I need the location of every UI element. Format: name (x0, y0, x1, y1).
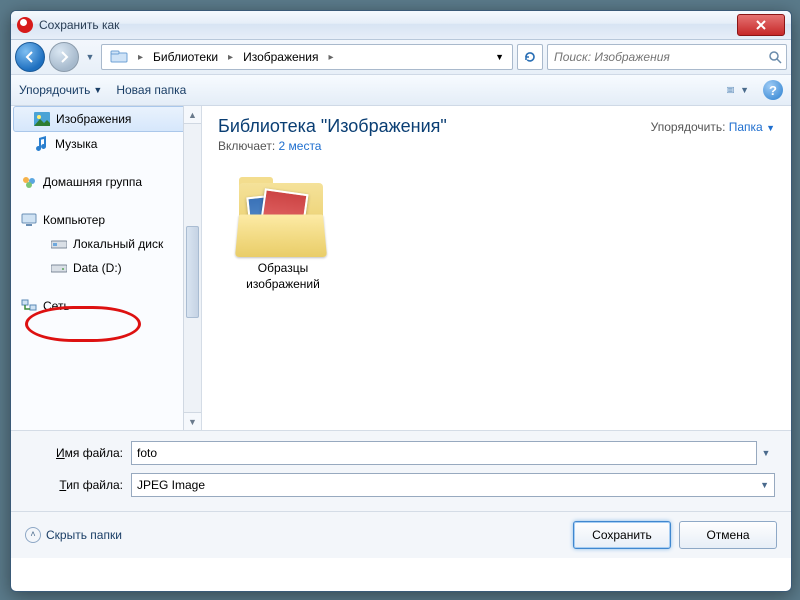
new-folder-button[interactable]: Новая папка (116, 83, 186, 97)
refresh-button[interactable] (517, 44, 543, 70)
breadcrumb-dropdown[interactable]: ▼ (487, 45, 512, 69)
filename-label: Имя файла: (27, 446, 123, 460)
chevron-right-icon: ▸ (327, 52, 336, 63)
sidebar-item-music[interactable]: Музыка (11, 132, 201, 156)
chevron-down-icon: ▼ (760, 480, 769, 490)
navbar: ▼ ▸ Библиотеки ▸ Изображения ▸ ▼ (11, 40, 791, 75)
view-icon (727, 83, 738, 97)
footer: ˄ Скрыть папки Сохранить Отмена (11, 511, 791, 558)
library-subtitle: Включает: 2 места (218, 139, 775, 153)
folder-sample-pictures[interactable]: Образцы изображений (218, 177, 348, 292)
arrow-left-icon (23, 50, 37, 64)
nav-history-button[interactable]: ▼ (83, 43, 97, 71)
chevron-down-icon: ▼ (740, 85, 749, 95)
close-button[interactable] (737, 14, 785, 36)
breadcrumb[interactable]: ▸ Библиотеки ▸ Изображения ▸ ▼ (101, 44, 513, 70)
breadcrumb-libraries[interactable]: Библиотеки (145, 45, 226, 69)
arrange-by-dropdown[interactable]: Папка ▼ (729, 120, 775, 134)
sidebar-item-images[interactable]: Изображения (13, 106, 199, 132)
refresh-icon (523, 50, 537, 64)
form-area: Имя файла: ▼ Тип файла: JPEG Image ▼ (11, 430, 791, 511)
sidebar: Изображения Музыка Домашняя группа Компь… (11, 106, 202, 430)
chevron-down-icon: ▼ (86, 52, 95, 62)
window-title: Сохранить как (39, 18, 119, 32)
chevron-up-icon: ˄ (25, 527, 41, 543)
sidebar-item-homegroup[interactable]: Домашняя группа (11, 170, 201, 194)
nav-forward-button[interactable] (49, 42, 79, 72)
arrange-by: Упорядочить: Папка ▼ (651, 120, 775, 134)
scroll-up-button[interactable]: ▲ (184, 106, 201, 124)
nav-back-button[interactable] (15, 42, 45, 72)
music-icon (33, 136, 49, 152)
scroll-thumb[interactable] (186, 226, 199, 318)
includes-link[interactable]: 2 места (279, 139, 322, 153)
help-button[interactable]: ? (763, 80, 783, 100)
chevron-down-icon: ▼ (188, 417, 197, 427)
sidebar-item-computer[interactable]: Компьютер (11, 208, 201, 232)
chevron-right-icon: ▸ (136, 52, 145, 63)
opera-app-icon (17, 17, 33, 33)
sidebar-item-network[interactable]: Сеть (11, 294, 201, 318)
search-box[interactable] (547, 44, 787, 70)
filename-history-dropdown[interactable]: ▼ (757, 448, 775, 458)
filetype-value: JPEG Image (137, 478, 205, 492)
chevron-down-icon: ▼ (495, 52, 504, 62)
content-pane: Библиотека "Изображения" Включает: 2 мес… (202, 106, 791, 430)
view-options-button[interactable]: ▼ (727, 81, 749, 99)
breadcrumb-images[interactable]: Изображения (235, 45, 326, 69)
dialog-body: Изображения Музыка Домашняя группа Компь… (11, 106, 791, 430)
search-icon (768, 50, 782, 64)
toolbar: Упорядочить ▼ Новая папка ▼ ? (11, 75, 791, 106)
search-input[interactable] (552, 49, 768, 65)
breadcrumb-root-icon[interactable] (102, 45, 136, 69)
arrow-right-icon (57, 50, 71, 64)
close-icon (755, 20, 767, 30)
filetype-combobox[interactable]: JPEG Image ▼ (131, 473, 775, 497)
filename-input[interactable] (131, 441, 757, 465)
sidebar-scrollbar[interactable]: ▲ ▼ (183, 106, 201, 430)
hide-folders-button[interactable]: ˄ Скрыть папки (25, 527, 122, 543)
folder-label: Образцы изображений (218, 261, 348, 292)
chevron-up-icon: ▲ (188, 110, 197, 120)
chevron-right-icon: ▸ (226, 52, 235, 63)
folder-icon (235, 177, 331, 257)
pictures-icon (34, 111, 50, 127)
filetype-label: Тип файла: (27, 478, 123, 492)
computer-icon (21, 212, 37, 228)
organize-button[interactable]: Упорядочить ▼ (19, 83, 102, 97)
cancel-button[interactable]: Отмена (679, 521, 777, 549)
chevron-down-icon: ▼ (93, 85, 102, 95)
save-as-dialog: Сохранить как ▼ ▸ Библиотеки ▸ Изображен… (10, 10, 792, 592)
drive-icon (51, 260, 67, 276)
chevron-down-icon: ▼ (766, 123, 775, 133)
sidebar-item-local-disk[interactable]: Локальный диск (11, 232, 201, 256)
scroll-down-button[interactable]: ▼ (184, 412, 201, 430)
titlebar: Сохранить как (11, 11, 791, 40)
save-button[interactable]: Сохранить (573, 521, 671, 549)
network-icon (21, 298, 37, 314)
homegroup-icon (21, 174, 37, 190)
sidebar-item-data-d[interactable]: Data (D:) (11, 256, 201, 280)
drive-icon (51, 236, 67, 252)
